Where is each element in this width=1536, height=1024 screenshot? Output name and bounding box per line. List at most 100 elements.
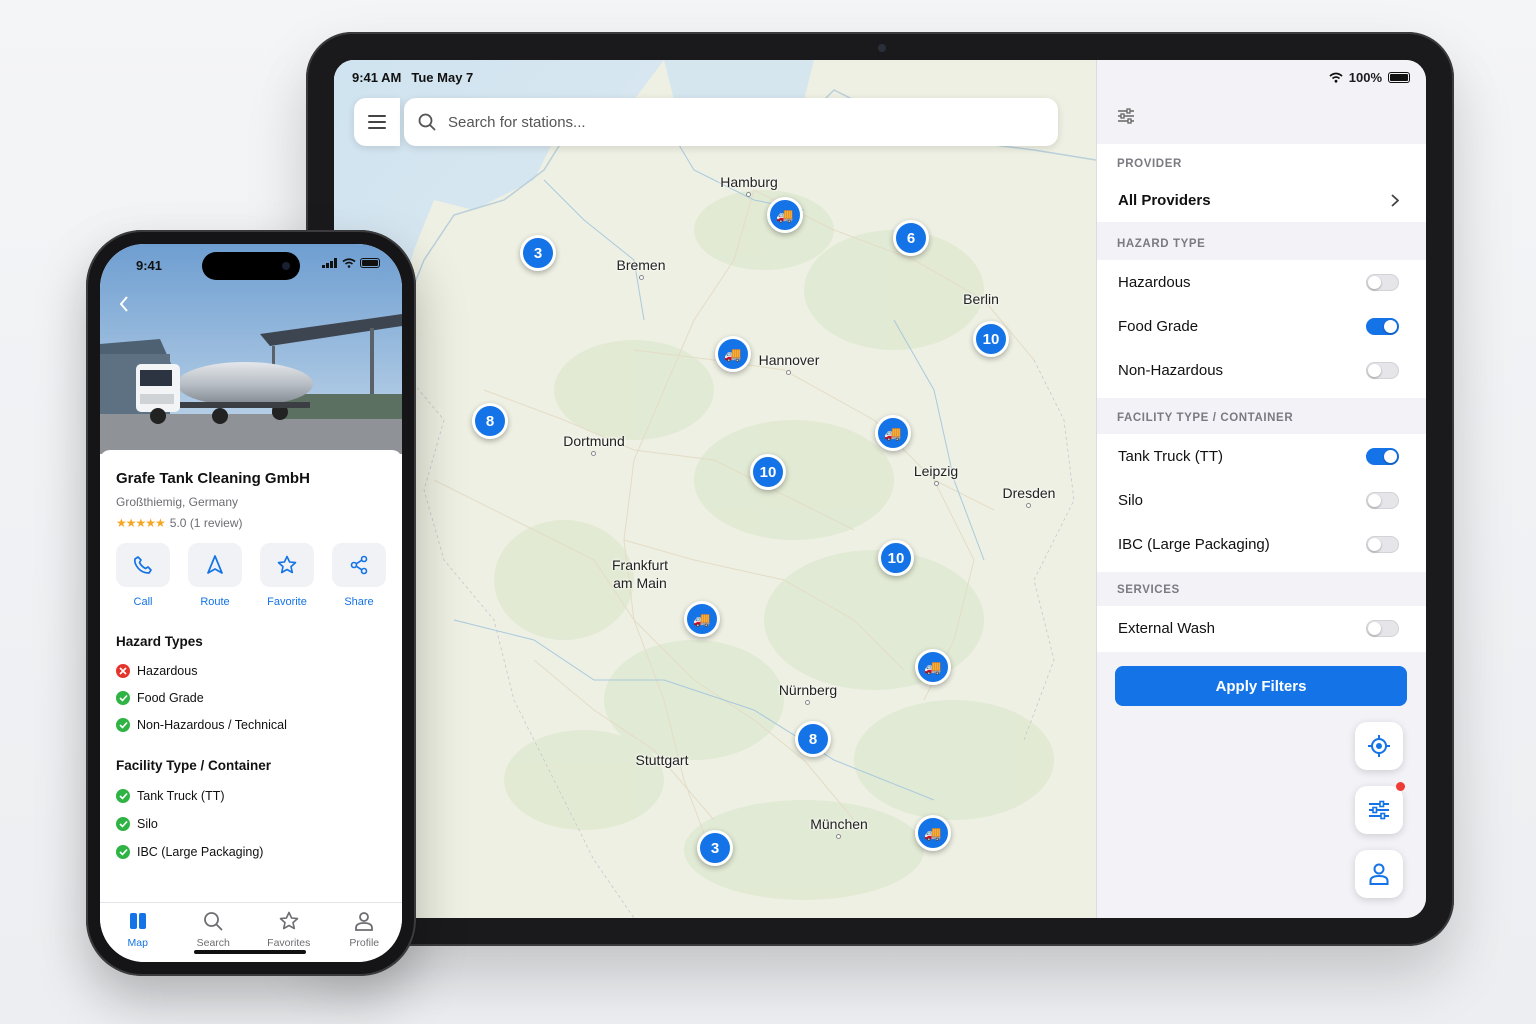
favorite-button[interactable]: Favorite — [260, 543, 314, 608]
station-marker[interactable]: 🚚 — [715, 336, 751, 372]
city-dot — [836, 834, 841, 839]
toggle-external-wash[interactable] — [1366, 619, 1399, 637]
check-circle-icon — [116, 691, 130, 705]
toggle-hazardous[interactable] — [1366, 273, 1399, 291]
services-section: External Wash — [1097, 606, 1426, 652]
truck-icon: 🚚 — [924, 658, 942, 675]
filters-button[interactable] — [1355, 782, 1405, 834]
filter-row-external-wash[interactable]: External Wash — [1097, 606, 1426, 650]
battery-percent: 100% — [1348, 70, 1382, 85]
city-label: Leipzig — [913, 463, 959, 479]
locate-button[interactable] — [1355, 722, 1403, 770]
route-button[interactable]: Route — [188, 543, 242, 608]
map-icon — [129, 913, 146, 929]
facility-label: Silo — [137, 817, 158, 831]
station-marker[interactable]: 🚚 — [684, 601, 720, 637]
profile-button[interactable] — [1355, 850, 1403, 898]
city-dot — [1026, 503, 1031, 508]
city-dot — [591, 451, 596, 456]
station-name: Grafe Tank Cleaning GmbH — [116, 470, 310, 487]
city-dot — [786, 370, 791, 375]
chevron-right-icon — [1391, 193, 1399, 207]
navigation-icon — [207, 555, 223, 574]
ipad-device: 9:41 AMTue May 7 Hamburg Bremen — [306, 32, 1454, 946]
tab-profile[interactable]: Profile — [327, 903, 403, 962]
station-details-card: Grafe Tank Cleaning GmbH Großthiemig, Ge… — [100, 450, 402, 902]
station-marker[interactable]: 🚚 — [915, 649, 951, 685]
call-button[interactable]: Call — [116, 543, 170, 608]
cluster-marker[interactable]: 3 — [520, 235, 556, 271]
station-marker[interactable]: 🚚 — [915, 815, 951, 851]
sliders-icon — [1369, 800, 1389, 820]
dynamic-island — [202, 252, 300, 280]
city-label: Bremen — [616, 257, 666, 273]
star-icon — [277, 555, 297, 574]
search-field[interactable] — [404, 98, 1058, 146]
toggle-silo[interactable] — [1366, 491, 1399, 509]
cluster-marker[interactable]: 6 — [893, 220, 929, 256]
share-icon-button[interactable] — [332, 543, 386, 587]
city-label: Dortmund — [563, 433, 625, 449]
hazard-section-label: HAZARD TYPE — [1117, 238, 1206, 250]
filter-row-hazardous[interactable]: Hazardous — [1097, 260, 1426, 304]
menu-button[interactable] — [354, 98, 400, 146]
apply-filters-button[interactable]: Apply Filters — [1115, 666, 1407, 706]
search-icon — [418, 113, 436, 131]
battery-icon — [1388, 72, 1410, 83]
call-icon-button[interactable] — [116, 543, 170, 587]
battery-icon — [360, 258, 380, 268]
filter-row-food-grade[interactable]: Food Grade — [1097, 304, 1426, 348]
cluster-marker[interactable]: 10 — [973, 321, 1009, 357]
cluster-marker[interactable]: 3 — [697, 830, 733, 866]
station-marker[interactable]: 🚚 — [875, 415, 911, 451]
cluster-marker[interactable]: 10 — [878, 540, 914, 576]
back-chevron-icon[interactable] — [119, 296, 129, 312]
filter-label: IBC (Large Packaging) — [1118, 535, 1270, 553]
provider-select[interactable]: All Providers — [1097, 178, 1426, 222]
toggle-ibc[interactable] — [1366, 535, 1399, 553]
favorite-label: Favorite — [267, 596, 307, 608]
hazard-types-heading: Hazard Types — [116, 634, 203, 649]
tab-map[interactable]: Map — [100, 903, 176, 962]
route-icon-button[interactable] — [188, 543, 242, 587]
station-marker[interactable]: 🚚 — [767, 197, 803, 233]
search-input[interactable] — [446, 112, 1026, 132]
filter-label: Hazardous — [1118, 273, 1191, 291]
hazard-item: Non-Hazardous / Technical — [116, 718, 287, 732]
tab-label: Search — [196, 937, 230, 949]
filter-row-non-hazardous[interactable]: Non-Hazardous — [1097, 348, 1426, 392]
toggle-food-grade[interactable] — [1366, 317, 1399, 335]
sliders-icon[interactable] — [1117, 108, 1135, 124]
facility-section: Tank Truck (TT) Silo IBC (Large Packagin… — [1097, 434, 1426, 572]
services-section-label: SERVICES — [1117, 584, 1180, 596]
city-label: München — [810, 816, 868, 832]
facility-item: IBC (Large Packaging) — [116, 845, 263, 859]
favorite-icon-button[interactable] — [260, 543, 314, 587]
filter-row-ibc[interactable]: IBC (Large Packaging) — [1097, 522, 1426, 566]
share-button[interactable]: Share — [332, 543, 386, 608]
tab-label: Map — [127, 937, 148, 949]
filter-label: Silo — [1118, 491, 1144, 509]
toggle-non-hazardous[interactable] — [1366, 361, 1399, 379]
city-label: Hamburg — [720, 174, 778, 190]
filter-row-tank-truck[interactable]: Tank Truck (TT) — [1097, 434, 1426, 478]
toggle-tank-truck[interactable] — [1366, 447, 1399, 465]
cluster-marker[interactable]: 10 — [750, 454, 786, 490]
map-terrain — [334, 60, 1096, 918]
search-bar — [354, 98, 1058, 146]
city-label: Stuttgart — [635, 752, 689, 768]
filter-label: External Wash — [1118, 619, 1215, 637]
facility-section-label: FACILITY TYPE / CONTAINER — [1117, 412, 1294, 424]
city-dot — [934, 481, 939, 486]
phone-screen: 9:41 Grafe Tank Cleaning GmbH Großthiemi… — [100, 244, 402, 962]
truck-icon: 🚚 — [776, 206, 794, 223]
facility-label: IBC (Large Packaging) — [137, 845, 264, 859]
facility-item: Silo — [116, 817, 158, 831]
cluster-marker[interactable]: 8 — [472, 403, 508, 439]
ipad-status-time: 9:41 AM Tue May 7 — [352, 70, 474, 85]
provider-label: PROVIDER — [1117, 158, 1182, 170]
filter-row-silo[interactable]: Silo — [1097, 478, 1426, 522]
cluster-marker[interactable]: 8 — [795, 721, 831, 757]
station-map[interactable]: 9:41 AMTue May 7 Hamburg Bremen — [334, 60, 1096, 918]
location-target-icon — [1368, 735, 1390, 757]
